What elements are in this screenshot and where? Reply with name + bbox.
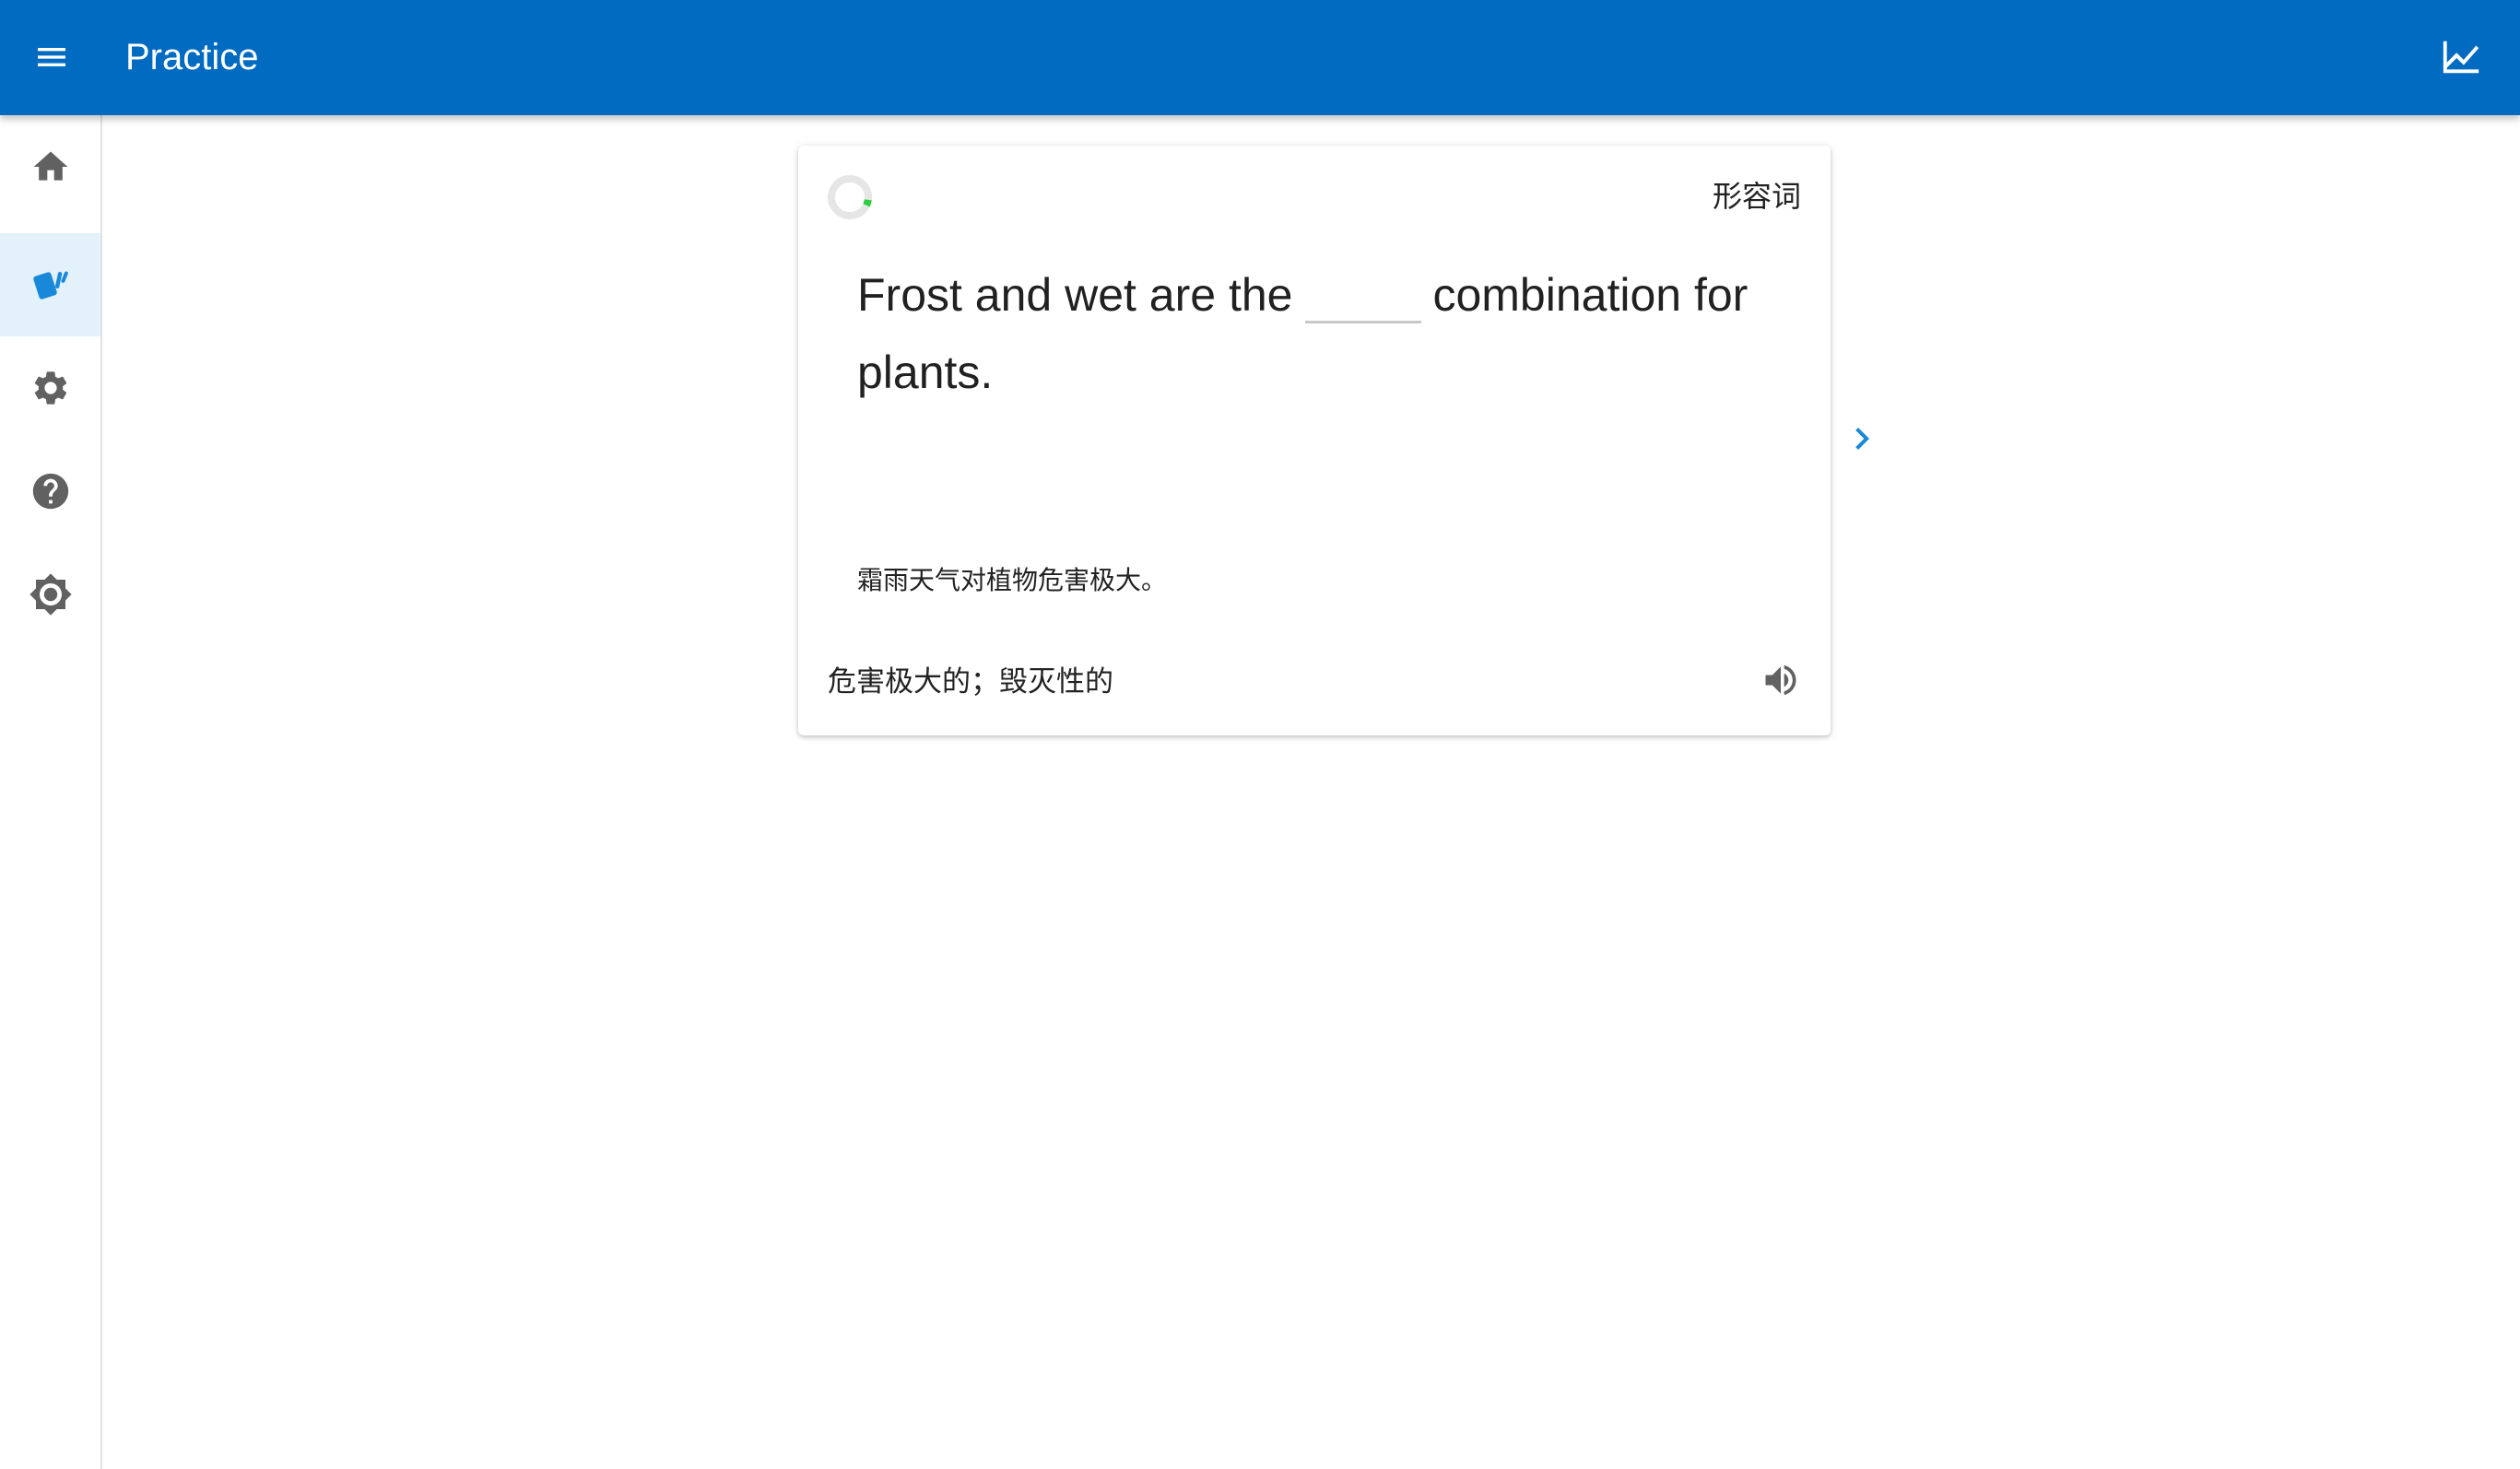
menu-button[interactable] (15, 20, 88, 94)
stats-button[interactable] (2424, 20, 2498, 94)
sentence-text-before: Frost and wet are the (857, 269, 1293, 321)
cloze-sentence: Frost and wet are the combination for pla… (857, 256, 1779, 411)
volume-icon (1765, 664, 1796, 696)
word-class-label: 形容词 (1712, 179, 1801, 214)
progress-ring (828, 175, 872, 219)
help-circle-icon (32, 473, 68, 510)
play-audio-button[interactable] (1751, 651, 1810, 710)
brightness-icon (29, 573, 72, 616)
gear-icon (34, 371, 66, 405)
line-chart-icon (2443, 41, 2479, 74)
nav-item-help[interactable] (0, 440, 100, 543)
chevron-right-icon (1855, 428, 1869, 450)
sentence-translation: 霜雨天气对植物危害极大。 (857, 565, 1168, 595)
word-definition: 危害极大的；毁灭性的 (828, 665, 1113, 699)
cards-icon (32, 271, 68, 300)
app-bar: Practice (0, 0, 2520, 115)
nav-item-settings[interactable] (0, 336, 100, 440)
next-card-button[interactable] (1832, 409, 1891, 468)
nav-item-practice[interactable] (0, 233, 100, 336)
answer-blank-input[interactable] (1305, 268, 1422, 323)
home-icon (33, 151, 67, 181)
nav-rail (0, 115, 102, 1469)
nav-item-home[interactable] (0, 115, 100, 218)
menu-icon (38, 48, 65, 66)
page-title: Practice (125, 37, 259, 77)
nav-item-theme[interactable] (0, 543, 100, 646)
practice-card: 形容词 Frost and wet are the combination for… (798, 146, 1831, 735)
